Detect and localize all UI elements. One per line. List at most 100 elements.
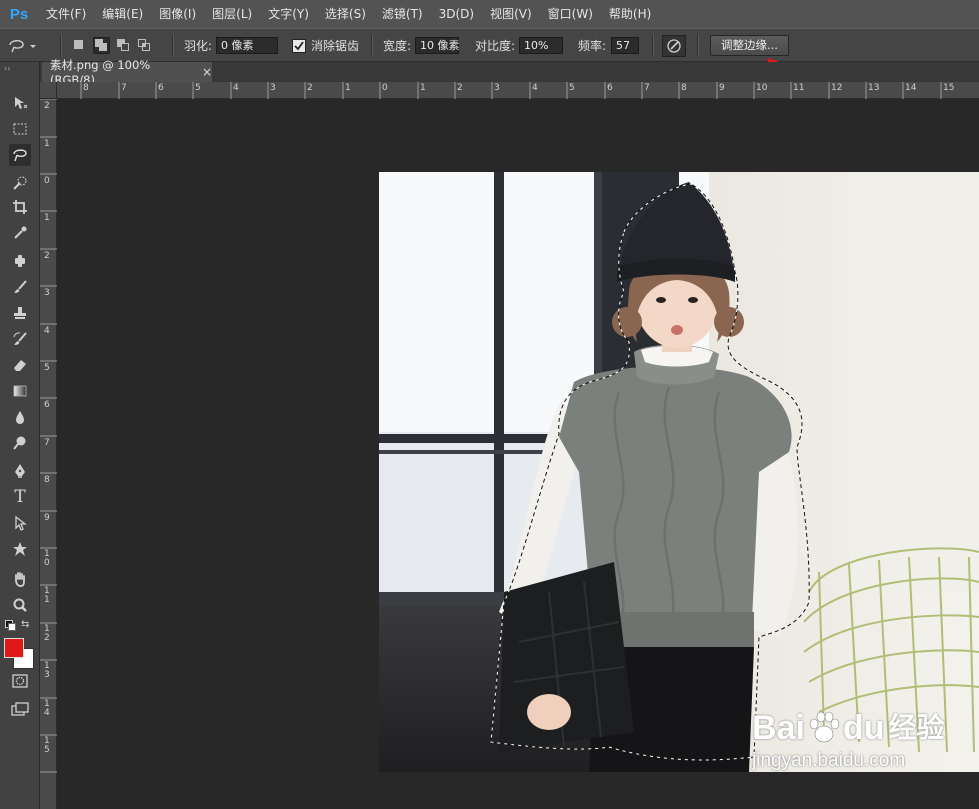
contrast-input[interactable]: 10% — [519, 37, 564, 54]
menu-bar: Ps 文件(F) 编辑(E) 图像(I) 图层(L) 文字(Y) 选择(S) 滤… — [0, 0, 979, 28]
ruler-left-label: 1 1 — [44, 586, 50, 605]
ruler-top-label: 5 — [569, 83, 575, 93]
subtract-from-selection-icon[interactable] — [116, 38, 131, 53]
width-label: 宽度: — [383, 39, 412, 53]
history-brush-tool-icon[interactable] — [9, 328, 31, 350]
tablet-pressure-button[interactable] — [662, 34, 686, 57]
document-tab-bar: 素材.png @ 100%(RGB/8) × — [40, 58, 979, 87]
clone-stamp-tool-icon[interactable] — [9, 302, 31, 324]
foreground-color-swatch[interactable] — [4, 638, 24, 658]
ruler-top-label: 8 — [83, 83, 89, 93]
lasso-tool-icon[interactable] — [9, 144, 31, 166]
antialias-checkbox[interactable] — [292, 38, 306, 53]
menu-edit[interactable]: 编辑(E) — [94, 0, 151, 28]
crop-tool-icon[interactable] — [9, 196, 31, 218]
ruler-top-label: 5 — [195, 83, 201, 93]
ruler-top-label: 7 — [121, 83, 127, 93]
ruler-left-label: 1 — [44, 213, 50, 223]
type-tool-icon[interactable]: T — [9, 486, 31, 508]
panel-collapse-icon[interactable]: ›› — [4, 64, 10, 73]
dodge-tool-icon[interactable] — [9, 432, 31, 454]
menu-file[interactable]: 文件(F) — [38, 0, 94, 28]
ruler-left-label: 1 4 — [44, 699, 50, 718]
ruler-left-label: 8 — [44, 475, 50, 485]
ruler-left-label: 1 — [44, 139, 50, 149]
intersect-selection-icon[interactable] — [137, 38, 152, 53]
watermark-url: jingyan.baidu.com — [752, 750, 906, 771]
blur-tool-icon[interactable] — [9, 406, 31, 428]
document-tab[interactable]: 素材.png @ 100%(RGB/8) × — [42, 58, 212, 87]
feather-input[interactable]: 0 像素 — [216, 37, 279, 54]
width-input[interactable]: 10 像素 — [415, 37, 460, 54]
ruler-top-label: 7 — [644, 83, 650, 93]
menu-image[interactable]: 图像(I) — [151, 0, 204, 28]
add-to-selection-icon[interactable] — [93, 37, 110, 54]
screen-mode-icon[interactable] — [9, 698, 31, 720]
ruler-top-label: 1 — [420, 83, 426, 93]
ruler-top-label: 14 — [905, 83, 917, 93]
custom-shape-tool-icon[interactable] — [9, 538, 31, 560]
ruler-left-label: 2 — [44, 101, 50, 111]
ruler-left-label: 2 — [44, 251, 50, 261]
ruler-left-label: 1 5 — [44, 736, 50, 755]
menu-window[interactable]: 窗口(W) — [540, 0, 601, 28]
ruler-top-label: 13 — [868, 83, 880, 93]
ruler-top-label: 3 — [494, 83, 500, 93]
ruler-top-label: 2 — [457, 83, 463, 93]
ruler-origin[interactable] — [40, 82, 57, 99]
hand-tool-icon[interactable] — [9, 568, 31, 590]
pen-tool-icon[interactable] — [9, 460, 31, 482]
ruler-left-label: 1 3 — [44, 661, 50, 680]
frequency-input[interactable]: 57 — [611, 37, 640, 54]
document-image[interactable] — [379, 172, 979, 772]
menu-view[interactable]: 视图(V) — [482, 0, 540, 28]
menu-select[interactable]: 选择(S) — [317, 0, 374, 28]
close-tab-icon[interactable]: × — [202, 65, 212, 79]
swap-colors-icon[interactable]: ⇆ — [21, 619, 29, 630]
baidu-watermark: Bai du 经验 jingyan.baidu.com — [752, 710, 972, 790]
tablet-pressure-icon — [667, 38, 681, 53]
gradient-tool-icon[interactable] — [9, 380, 31, 402]
photo-illustration — [379, 172, 979, 772]
quick-selection-tool-icon[interactable] — [9, 172, 31, 194]
ruler-left-label: 1 0 — [44, 549, 50, 568]
healing-brush-tool-icon[interactable] — [9, 250, 31, 272]
ruler-top-label: 8 — [681, 83, 687, 93]
path-selection-tool-icon[interactable] — [9, 512, 31, 534]
ruler-top-label: 9 — [719, 83, 725, 93]
default-colors-icon[interactable] — [5, 620, 16, 631]
ruler-top-label: 4 — [233, 83, 239, 93]
quick-mask-icon[interactable] — [9, 670, 31, 692]
marquee-tool-icon[interactable] — [9, 118, 31, 140]
eyedropper-tool-icon[interactable] — [9, 222, 31, 244]
ruler-top-label: 1 — [345, 83, 351, 93]
tool-preset-picker[interactable] — [6, 29, 40, 62]
brush-tool-icon[interactable] — [9, 276, 31, 298]
ruler-top-label: 12 — [831, 83, 843, 93]
feather-label: 羽化: — [184, 39, 213, 53]
ruler-left-label: 4 — [44, 326, 50, 336]
move-tool-icon[interactable] — [9, 92, 31, 114]
ruler-top-label: 6 — [607, 83, 613, 93]
zoom-tool-icon[interactable] — [9, 594, 31, 616]
eraser-tool-icon[interactable] — [9, 354, 31, 376]
menu-layer[interactable]: 图层(L) — [204, 0, 260, 28]
ruler-left-label: 3 — [44, 288, 50, 298]
menu-type[interactable]: 文字(Y) — [260, 0, 317, 28]
new-selection-icon[interactable] — [72, 38, 87, 53]
frequency-label: 频率: — [578, 39, 607, 53]
vertical-ruler: 2 1 0 1 2 3 4 5 6 7 8 9 1 0 1 1 1 2 1 3 … — [40, 99, 57, 809]
ruler-left-label: 1 2 — [44, 624, 50, 643]
paw-icon — [809, 711, 840, 743]
antialias-label: 消除锯齿 — [311, 39, 360, 53]
horizontal-ruler: 8 7 6 5 4 3 2 1 0 1 2 3 4 5 6 7 8 9 10 1… — [40, 82, 979, 99]
ruler-left-label: 0 — [44, 176, 50, 186]
magnetic-lasso-icon — [9, 39, 36, 52]
menu-help[interactable]: 帮助(H) — [601, 0, 659, 28]
menu-filter[interactable]: 滤镜(T) — [374, 0, 431, 28]
ruler-top-label: 15 — [943, 83, 955, 93]
ruler-top-label: 4 — [532, 83, 538, 93]
ruler-left-label: 9 — [44, 513, 50, 523]
menu-3d[interactable]: 3D(D) — [431, 0, 482, 28]
watermark-cn: 经验 — [888, 712, 945, 743]
